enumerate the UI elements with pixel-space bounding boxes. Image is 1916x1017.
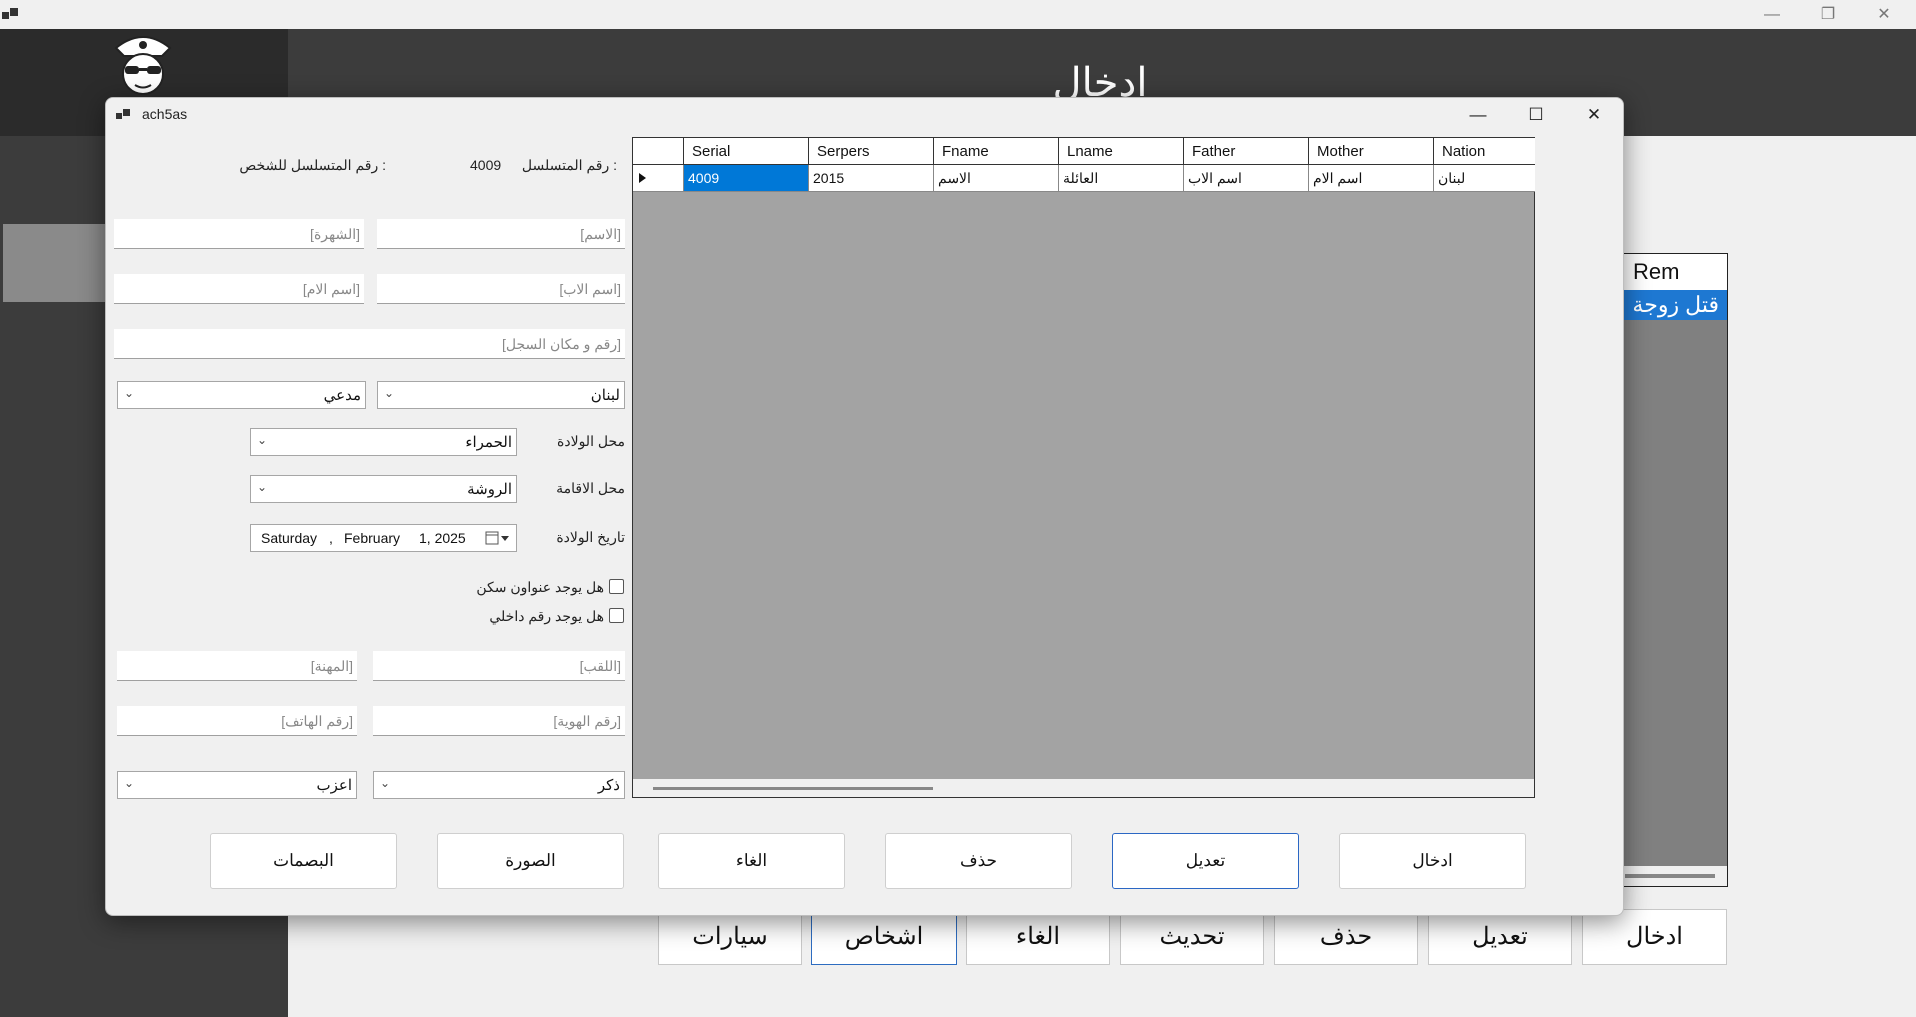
- grid-cell-father[interactable]: اسم الاب: [1184, 165, 1309, 192]
- add-button[interactable]: ادخال: [1339, 833, 1526, 889]
- row-selector[interactable]: [633, 165, 684, 192]
- grid-cell-serial[interactable]: 4009: [684, 165, 809, 192]
- father-name-input[interactable]: [اسم الاب]: [377, 274, 625, 304]
- has-address-checkbox[interactable]: [609, 579, 624, 594]
- list-scrollbar[interactable]: [1621, 866, 1727, 886]
- photo-button[interactable]: الصورة: [437, 833, 624, 889]
- title-input[interactable]: [اللقب]: [373, 651, 625, 681]
- gender-value: ذكر: [597, 777, 620, 794]
- list-item[interactable]: قتل زوجة: [1621, 290, 1727, 320]
- marital-select[interactable]: ⌄ اعزب: [117, 771, 357, 799]
- police-logo-icon: [114, 36, 172, 95]
- serial-label: رقم المتسلسل :: [521, 157, 617, 173]
- delete-button[interactable]: حذف: [885, 833, 1072, 889]
- parent-restore-icon[interactable]: ❐: [1806, 0, 1850, 29]
- date-month: February: [344, 530, 401, 546]
- grid-cell-mother[interactable]: اسم الام: [1309, 165, 1434, 192]
- app-icon: [2, 8, 18, 19]
- dialog-title: ach5as: [142, 106, 188, 122]
- job-input[interactable]: [المهنة]: [117, 651, 357, 681]
- scrollbar-thumb[interactable]: [1625, 874, 1715, 878]
- chevron-down-icon: ⌄: [124, 386, 135, 400]
- date-separator: ,: [329, 530, 333, 546]
- grid-horizontal-scrollbar[interactable]: [633, 779, 1534, 797]
- nickname-input[interactable]: [الشهرة]: [114, 219, 364, 249]
- grid-header-fname[interactable]: Fname: [934, 138, 1059, 165]
- has-internal-checkbox[interactable]: [609, 608, 624, 623]
- close-icon[interactable]: ✕: [1566, 100, 1622, 130]
- chevron-down-icon: ⌄: [384, 386, 395, 400]
- dialog-titlebar: [106, 98, 1623, 132]
- status-select[interactable]: ⌄ مدعي: [117, 381, 366, 409]
- birth-place-select[interactable]: ⌄ الحمراء: [250, 428, 517, 456]
- residence-select[interactable]: ⌄ الروشة: [250, 475, 517, 503]
- birth-date-picker[interactable]: Saturday , February 1, 2025: [250, 524, 517, 552]
- nation-value: لبنان: [590, 387, 620, 404]
- name-input[interactable]: [الاسم]: [377, 219, 625, 249]
- grid-header-lname[interactable]: Lname: [1059, 138, 1184, 165]
- grid-header-serial[interactable]: Serial: [684, 138, 809, 165]
- grid-cell-lname[interactable]: العائلة: [1059, 165, 1184, 192]
- grid-header-nation[interactable]: Nation: [1434, 138, 1535, 165]
- phone-input[interactable]: [رقم الهاتف]: [117, 706, 357, 736]
- chevron-down-icon: ⌄: [257, 480, 268, 494]
- parent-minimize-icon[interactable]: —: [1750, 0, 1794, 29]
- birth-place-value: الحمراء: [465, 434, 512, 451]
- status-value: مدعي: [323, 387, 361, 404]
- dialog-app-icon: [116, 109, 130, 119]
- grid-corner-header: [633, 138, 684, 165]
- sidebar-button[interactable]: [3, 224, 105, 302]
- persons-grid[interactable]: Serial Serpers Fname Lname Father Mother…: [632, 137, 1535, 798]
- person-serial-label: رقم المتسلسل للشخص :: [239, 157, 386, 173]
- cancel-button[interactable]: الغاء: [658, 833, 845, 889]
- grid-cell-serpers[interactable]: 2015: [809, 165, 934, 192]
- registry-input[interactable]: [رقم و مكان السجل]: [114, 329, 625, 359]
- residence-label: محل الاقامة: [556, 480, 625, 496]
- grid-cell-fname[interactable]: الاسم: [934, 165, 1059, 192]
- date-day: Saturday: [261, 530, 318, 546]
- gender-select[interactable]: ⌄ ذكر: [373, 771, 625, 799]
- chevron-down-icon: ⌄: [124, 776, 135, 790]
- parent-delete-button[interactable]: حذف: [1274, 909, 1418, 965]
- parent-cancel-button[interactable]: الغاء: [966, 909, 1110, 965]
- parent-close-icon[interactable]: ✕: [1862, 0, 1906, 29]
- grid-cell-nation[interactable]: لبنان: [1434, 165, 1535, 192]
- marital-value: اعزب: [316, 777, 352, 794]
- edit-button[interactable]: تعديل: [1112, 833, 1299, 889]
- grid-header-serpers[interactable]: Serpers: [809, 138, 934, 165]
- maximize-icon[interactable]: ☐: [1508, 100, 1564, 130]
- has-internal-label: هل يوجد رقم داخلي: [489, 608, 604, 624]
- grid-header-father[interactable]: Father: [1184, 138, 1309, 165]
- nation-select[interactable]: ⌄ لبنان: [377, 381, 625, 409]
- persons-dialog: ach5as — ☐ ✕ رقم المتسلسل : 4009 رقم الم…: [105, 97, 1624, 916]
- parent-edit-button[interactable]: تعديل: [1428, 909, 1572, 965]
- birth-place-label: محل الولادة: [557, 433, 625, 449]
- mother-name-input[interactable]: [اسم الام]: [114, 274, 364, 304]
- chevron-down-icon: ⌄: [257, 433, 268, 447]
- calendar-dropdown-icon[interactable]: [485, 531, 513, 546]
- date-daynum: 1, 2025: [419, 530, 466, 546]
- parent-add-button[interactable]: ادخال: [1582, 909, 1727, 965]
- id-number-input[interactable]: [رقم الهوية]: [373, 706, 625, 736]
- row-pointer-icon: [639, 173, 646, 183]
- grid-header-mother[interactable]: Mother: [1309, 138, 1434, 165]
- parent-cars-button[interactable]: سيارات: [658, 909, 802, 965]
- parent-persons-button[interactable]: اشخاص: [811, 909, 957, 965]
- scrollbar-thumb[interactable]: [653, 787, 933, 790]
- minimize-icon[interactable]: —: [1450, 100, 1506, 130]
- parent-list[interactable]: Rem قتل زوجة: [1620, 253, 1728, 887]
- fingerprints-button[interactable]: البصمات: [210, 833, 397, 889]
- has-address-label: هل يوجد عنواون سكن: [476, 579, 604, 595]
- birth-date-label: تاريخ الولادة: [556, 529, 625, 545]
- chevron-down-icon: ⌄: [380, 776, 391, 790]
- list-header: Rem: [1621, 254, 1727, 290]
- residence-value: الروشة: [467, 481, 512, 498]
- parent-refresh-button[interactable]: تحديث: [1120, 909, 1264, 965]
- serial-value: 4009: [470, 157, 502, 173]
- parent-titlebar: [0, 0, 1916, 29]
